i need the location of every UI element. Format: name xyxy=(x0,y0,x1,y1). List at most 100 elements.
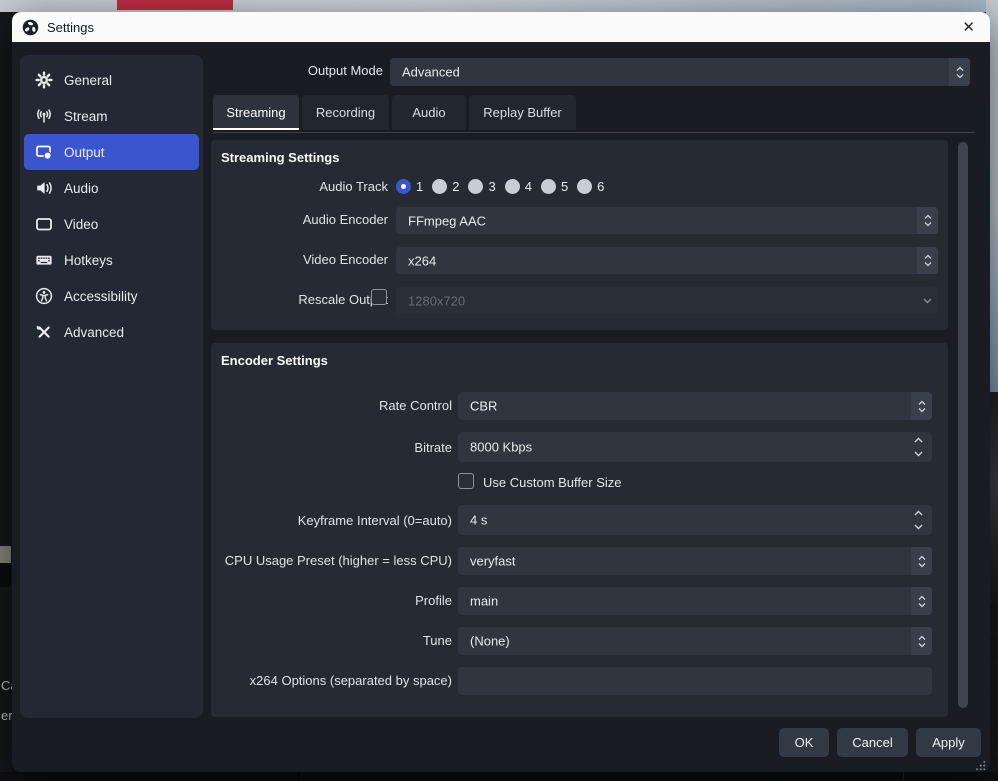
window-title: Settings xyxy=(47,20,94,35)
audio-track-radio-1[interactable] xyxy=(396,179,411,194)
scrollbar-thumb[interactable] xyxy=(958,142,968,708)
audio-encoder-select[interactable]: FFmpeg AAC xyxy=(396,207,938,234)
audio-encoder-value: FFmpeg AAC xyxy=(408,213,486,228)
bitrate-spinner[interactable]: 8000 Kbps xyxy=(458,432,932,462)
spinner-chevrons-icon[interactable] xyxy=(911,627,932,655)
radio-label: 2 xyxy=(452,179,459,194)
profile-value: main xyxy=(470,594,498,609)
video-encoder-label: Video Encoder xyxy=(211,252,388,267)
tab-streaming[interactable]: Streaming xyxy=(213,95,299,130)
sidebar-item-advanced[interactable]: Advanced xyxy=(24,314,199,350)
tab-audio[interactable]: Audio xyxy=(392,95,466,130)
sidebar-item-accessibility[interactable]: Accessibility xyxy=(24,278,199,314)
audio-track-label: Audio Track xyxy=(211,179,388,194)
radio-label: 6 xyxy=(597,179,604,194)
tab-replay-buffer[interactable]: Replay Buffer xyxy=(469,95,576,130)
cpu-usage-preset-select[interactable]: veryfast xyxy=(458,547,932,575)
radio-label: 4 xyxy=(525,179,532,194)
spinner-chevrons-icon[interactable] xyxy=(949,58,970,86)
radio-label: 5 xyxy=(561,179,568,194)
sidebar-item-label: Video xyxy=(64,217,98,232)
spin-up-icon[interactable] xyxy=(914,510,923,516)
keyframe-interval-value: 4 s xyxy=(470,513,487,528)
tune-value: (None) xyxy=(470,634,510,649)
output-display-icon xyxy=(35,143,53,161)
tab-label: Recording xyxy=(316,105,375,120)
keyframe-interval-label: Keyframe Interval (0=auto) xyxy=(211,513,452,528)
rescale-output-checkbox[interactable] xyxy=(371,289,387,305)
sidebar: General Stream O xyxy=(20,55,203,718)
sidebar-item-label: Output xyxy=(64,145,105,160)
use-custom-buffer-label: Use Custom Buffer Size xyxy=(483,475,621,490)
radio-label: 3 xyxy=(488,179,495,194)
background-left-patch xyxy=(0,546,11,563)
keyframe-interval-spinner[interactable]: 4 s xyxy=(458,505,932,535)
tab-label: Replay Buffer xyxy=(483,105,562,120)
spin-up-icon[interactable] xyxy=(914,437,923,443)
spinner-chevrons-icon[interactable] xyxy=(911,547,932,575)
spinner-chevrons-icon[interactable] xyxy=(911,587,932,615)
audio-track-radio-5[interactable] xyxy=(541,179,556,194)
ok-button[interactable]: OK xyxy=(779,728,829,757)
tab-recording[interactable]: Recording xyxy=(302,95,389,130)
keyboard-icon xyxy=(35,251,53,269)
audio-track-radio-3[interactable] xyxy=(468,179,483,194)
sidebar-item-label: General xyxy=(64,73,112,88)
accessibility-icon xyxy=(35,287,53,305)
audio-track-radio-6[interactable] xyxy=(577,179,592,194)
screen: Ca er Settings ✕ xyxy=(0,0,998,781)
cancel-button[interactable]: Cancel xyxy=(837,728,908,757)
sidebar-item-label: Accessibility xyxy=(64,289,138,304)
scrollbar-track[interactable] xyxy=(958,140,968,717)
chevron-down-icon[interactable] xyxy=(917,287,938,314)
tab-label: Streaming xyxy=(226,105,285,120)
rate-control-label: Rate Control xyxy=(211,398,452,413)
audio-track-radio-4[interactable] xyxy=(505,179,520,194)
sidebar-item-label: Stream xyxy=(64,109,108,124)
output-mode-select[interactable]: Advanced xyxy=(390,58,970,86)
encoder-settings-panel: Encoder Settings Rate Control CBR Bitrat… xyxy=(211,343,948,717)
rescale-output-label: Rescale Output xyxy=(211,292,388,307)
titlebar[interactable]: Settings ✕ xyxy=(12,12,990,42)
spinner-chevrons-icon[interactable] xyxy=(917,207,938,234)
spin-down-icon[interactable] xyxy=(914,524,923,530)
sidebar-item-output[interactable]: Output xyxy=(24,134,199,170)
tab-label: Audio xyxy=(412,105,445,120)
output-mode-value: Advanced xyxy=(402,65,460,80)
rescale-resolution-select[interactable]: 1280x720 xyxy=(396,287,938,314)
background-left xyxy=(0,12,12,781)
audio-track-radio-2[interactable] xyxy=(432,179,447,194)
sidebar-item-hotkeys[interactable]: Hotkeys xyxy=(24,242,199,278)
audio-track-radio-group: 1 2 3 4 5 6 xyxy=(396,176,613,196)
spinner-chevrons-icon[interactable] xyxy=(917,247,938,274)
tune-select[interactable]: (None) xyxy=(458,627,932,655)
close-icon[interactable]: ✕ xyxy=(957,20,980,35)
bitrate-label: Bitrate xyxy=(211,440,452,455)
profile-select[interactable]: main xyxy=(458,587,932,615)
panel-title: Encoder Settings xyxy=(221,353,328,368)
apply-button[interactable]: Apply xyxy=(916,728,981,757)
spinner-chevrons-icon[interactable] xyxy=(911,392,932,420)
cpu-usage-preset-value: veryfast xyxy=(470,554,516,569)
use-custom-buffer-checkbox[interactable] xyxy=(458,473,474,489)
x264-options-label: x264 Options (separated by space) xyxy=(211,673,452,688)
rate-control-select[interactable]: CBR xyxy=(458,392,932,420)
spin-down-icon[interactable] xyxy=(914,451,923,457)
settings-dialog: Settings ✕ General xyxy=(12,12,990,772)
resize-grip-icon[interactable] xyxy=(975,758,986,769)
background-left-patch-dark xyxy=(0,563,11,587)
video-encoder-select[interactable]: x264 xyxy=(396,247,938,274)
sidebar-item-stream[interactable]: Stream xyxy=(24,98,199,134)
tools-icon xyxy=(35,323,53,341)
tune-label: Tune xyxy=(211,633,452,648)
dock-divider xyxy=(903,772,904,781)
x264-options-input[interactable] xyxy=(458,667,932,695)
dock-divider xyxy=(298,772,299,781)
background-red-bar xyxy=(117,0,233,10)
radio-label: 1 xyxy=(416,179,423,194)
obs-logo-icon xyxy=(22,19,39,36)
sidebar-item-audio[interactable]: Audio xyxy=(24,170,199,206)
sidebar-item-general[interactable]: General xyxy=(24,62,199,98)
sidebar-item-video[interactable]: Video xyxy=(24,206,199,242)
sidebar-item-label: Audio xyxy=(64,181,99,196)
